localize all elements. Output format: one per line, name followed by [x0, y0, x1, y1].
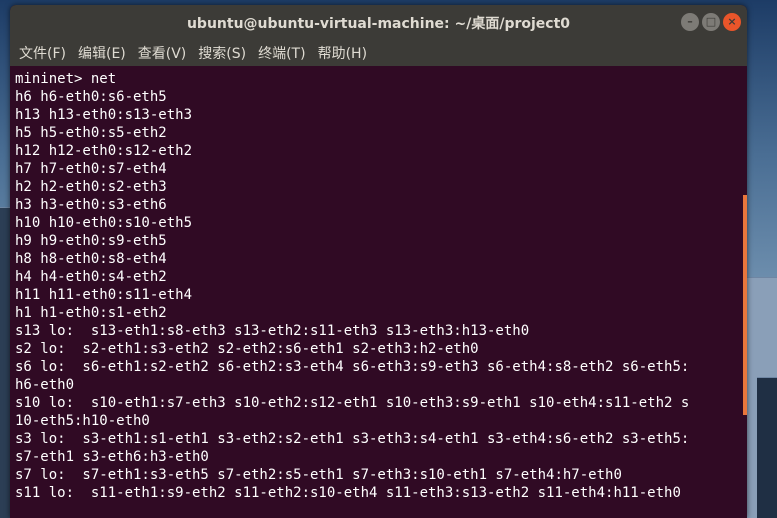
scrollbar[interactable] — [743, 195, 747, 415]
terminal-line: h4 h4-eth0:s4-eth2 — [15, 269, 167, 285]
terminal-line: s3 lo: s3-eth1:s1-eth1 s3-eth2:s2-eth1 s… — [15, 431, 690, 447]
terminal-line: h13 h13-eth0:s13-eth3 — [15, 107, 193, 123]
close-button[interactable]: × — [723, 13, 741, 31]
terminal-line: h6 h6-eth0:s6-eth5 — [15, 89, 167, 105]
minimize-button[interactable]: – — [681, 13, 699, 31]
terminal-line: h7 h7-eth0:s7-eth4 — [15, 161, 167, 177]
window-controls: – □ × — [681, 13, 741, 31]
terminal-line: h10 h10-eth0:s10-eth5 — [15, 215, 193, 231]
window-title: ubuntu@ubuntu-virtual-machine: ~/桌面/proj… — [186, 15, 571, 32]
terminal-line: s13 lo: s13-eth1:s8-eth3 s13-eth2:s11-et… — [15, 323, 530, 339]
menu-file[interactable]: 文件(F) — [19, 43, 72, 63]
menu-search[interactable]: 搜索(S) — [198, 43, 252, 63]
menu-view[interactable]: 查看(V) — [138, 43, 193, 63]
terminal-window[interactable]: ubuntu@ubuntu-virtual-machine: ~/桌面/proj… — [10, 5, 747, 518]
terminal-line: h8 h8-eth0:s8-eth4 — [15, 251, 167, 267]
terminal-line: h1 h1-eth0:s1-eth2 — [15, 305, 167, 321]
terminal-line: h2 h2-eth0:s2-eth3 — [15, 179, 167, 195]
title-bar[interactable]: ubuntu@ubuntu-virtual-machine: ~/桌面/proj… — [10, 5, 747, 40]
terminal-line: h9 h9-eth0:s9-eth5 — [15, 233, 167, 249]
terminal-line: mininet> net — [15, 71, 117, 87]
menu-help[interactable]: 帮助(H) — [318, 43, 373, 63]
terminal-line: h5 h5-eth0:s5-eth2 — [15, 125, 167, 141]
menu-bar: 文件(F) 编辑(E) 查看(V) 搜索(S) 终端(T) 帮助(H) — [10, 40, 747, 66]
terminal-line: s6 lo: s6-eth1:s2-eth2 s6-eth2:s3-eth4 s… — [15, 359, 690, 375]
terminal-line: 10-eth5:h10-eth0 — [15, 413, 150, 429]
terminal-line: h12 h12-eth0:s12-eth2 — [15, 143, 193, 159]
menu-edit[interactable]: 编辑(E) — [78, 43, 132, 63]
building — [757, 377, 777, 518]
menu-terminal[interactable]: 终端(T) — [258, 43, 311, 63]
terminal-line: h6-eth0 — [15, 377, 75, 393]
terminal-line: s7 lo: s7-eth1:s3-eth5 s7-eth2:s5-eth1 s… — [15, 467, 622, 483]
terminal-line: s7-eth1 s3-eth6:h3-eth0 — [15, 449, 209, 465]
terminal-line: h3 h3-eth0:s3-eth6 — [15, 197, 167, 213]
maximize-button[interactable]: □ — [702, 13, 720, 31]
terminal-line: s11 lo: s11-eth1:s9-eth2 s11-eth2:s10-et… — [15, 485, 681, 501]
terminal-line: s2 lo: s2-eth1:s3-eth2 s2-eth2:s6-eth1 s… — [15, 341, 479, 357]
terminal-output[interactable]: mininet> net h6 h6-eth0:s6-eth5 h13 h13-et… — [10, 66, 747, 518]
terminal-line: h11 h11-eth0:s11-eth4 — [15, 287, 193, 303]
terminal-line: s10 lo: s10-eth1:s7-eth3 s10-eth2:s12-et… — [15, 395, 690, 411]
